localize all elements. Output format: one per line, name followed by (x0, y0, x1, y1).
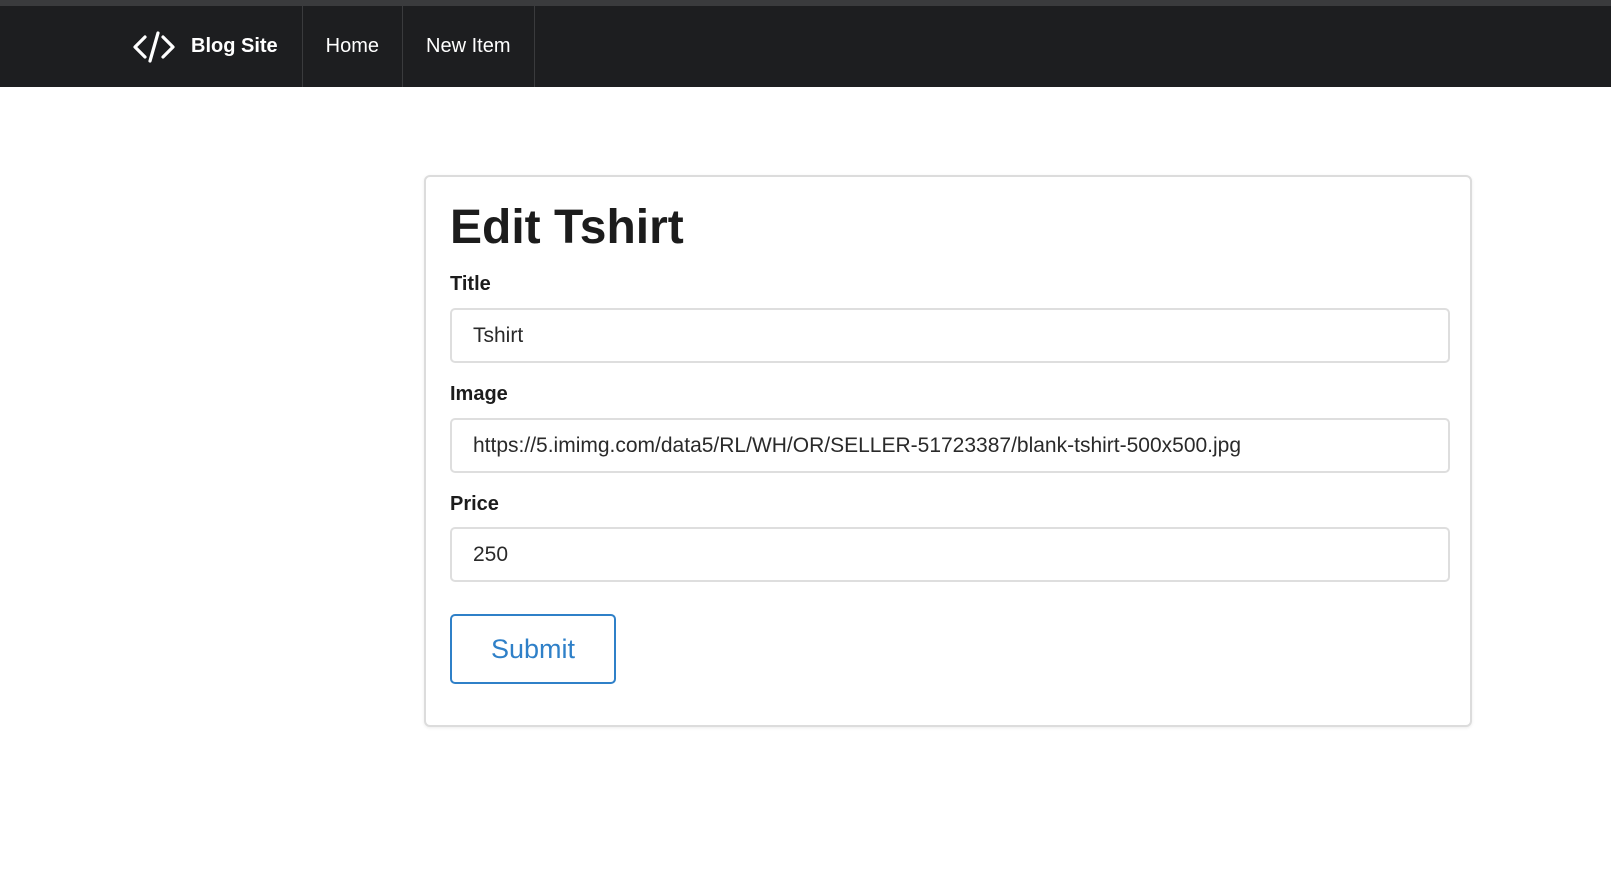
nav-item-home[interactable]: Home (303, 6, 404, 87)
price-field-label: Price (450, 493, 499, 515)
page-title: Edit Tshirt (450, 201, 684, 254)
edit-form-card: Edit Tshirt Title Image Price Submit (424, 175, 1472, 727)
submit-button[interactable]: Submit (450, 614, 616, 684)
price-field[interactable] (450, 527, 1450, 582)
nav-item-new-item[interactable]: New Item (403, 6, 535, 87)
image-field-label: Image (450, 383, 508, 405)
title-field[interactable] (450, 308, 1450, 363)
navbar-menu: Blog Site Home New Item (114, 6, 535, 87)
brand-link[interactable]: Blog Site (115, 6, 303, 87)
title-field-label: Title (450, 273, 491, 295)
top-navbar: Blog Site Home New Item (0, 6, 1611, 87)
code-brackets-icon (131, 30, 177, 64)
brand-label: Blog Site (191, 35, 278, 57)
image-url-field[interactable] (450, 418, 1450, 473)
